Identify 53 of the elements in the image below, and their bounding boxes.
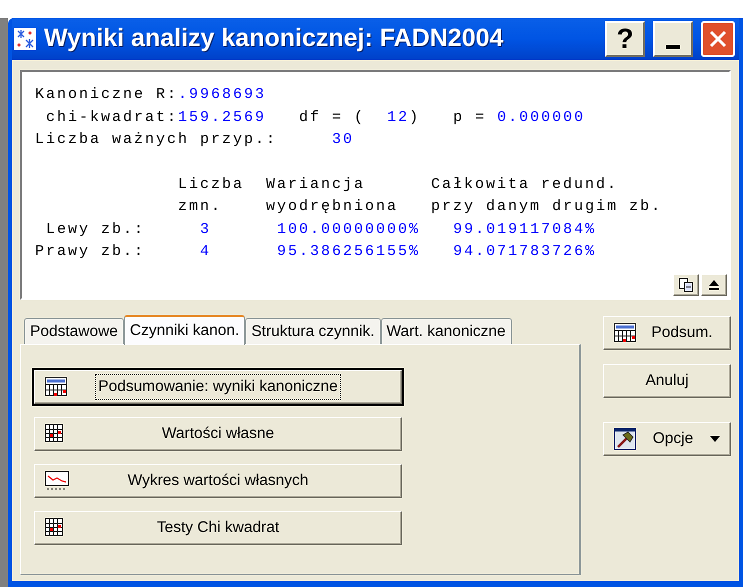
side-button[interactable]: Anuluj: [603, 364, 731, 398]
stat-label: ): [409, 108, 420, 128]
side-button[interactable]: Podsum.: [603, 316, 731, 350]
stat-label: chi-kwadrat:: [46, 108, 178, 128]
table-cell-text: 4: [200, 242, 212, 262]
table-icon: [45, 377, 67, 397]
action-button[interactable]: Testy Chi kwadrat: [34, 511, 402, 545]
stat-label: p =: [453, 108, 486, 128]
caret-icon: [710, 436, 720, 442]
tab[interactable]: Wart. kanoniczne: [380, 318, 512, 344]
stat-label: Kanoniczne R:: [35, 85, 178, 105]
action-button[interactable]: Podsumowanie: wyniki kanoniczne: [34, 370, 402, 404]
close-button[interactable]: [701, 21, 735, 57]
stat-label: df = (: [299, 108, 366, 128]
table-icon: [614, 323, 636, 343]
row-label: Lewy zb.:: [46, 220, 146, 240]
help-button[interactable]: ?: [605, 21, 645, 57]
table-cell-text: 95.386256155%: [277, 242, 420, 262]
action-button[interactable]: Wartości własne: [34, 417, 402, 451]
column-header: zmn.: [178, 197, 222, 217]
minimize-button[interactable]: [653, 21, 693, 57]
stat-value: 12: [387, 108, 410, 128]
close-icon: [708, 29, 728, 49]
tab[interactable]: Struktura czynnik.: [245, 318, 380, 344]
window-title: Wyniki analizy kanonicznej: FADN2004: [44, 23, 504, 54]
row-label: Prawy zb.:: [35, 242, 146, 262]
grid-icon: [45, 518, 63, 536]
arrow-up-icon: [709, 280, 719, 290]
stat-label: Liczba ważnych przyp.:: [35, 130, 278, 150]
side-button[interactable]: Opcje: [603, 422, 731, 456]
stat-value: .9968693: [178, 85, 266, 105]
tab[interactable]: Czynniki kanon.: [124, 315, 246, 345]
collapse-button[interactable]: [701, 274, 727, 296]
action-button[interactable]: Wykres wartości własnych: [34, 464, 402, 498]
table-cell-text: 3: [200, 220, 212, 240]
hammer-icon: [614, 428, 636, 450]
stat-value: 159.2569: [178, 108, 266, 128]
tab[interactable]: Podstawowe: [24, 318, 124, 344]
stat-value: 0.000000: [497, 108, 586, 128]
stat-value: 30: [332, 130, 354, 150]
table-cell-text: 100.00000000%: [277, 220, 420, 240]
column-header: przy danym drugim zb.: [431, 197, 662, 217]
copy-icon: [679, 278, 693, 292]
column-header: Wariancja: [266, 174, 366, 194]
column-header: wyodrębniona: [266, 197, 398, 217]
column-header: Liczba: [178, 174, 244, 194]
copy-button[interactable]: [673, 274, 699, 296]
app-icon: [14, 28, 36, 50]
table-cell-text: 99.019117084%: [453, 220, 596, 240]
table-cell-text: 94.071783726%: [453, 242, 596, 262]
line-chart-icon: [45, 471, 69, 491]
column-header: Całkowita redund.: [431, 174, 618, 194]
grid-icon: [45, 424, 63, 442]
